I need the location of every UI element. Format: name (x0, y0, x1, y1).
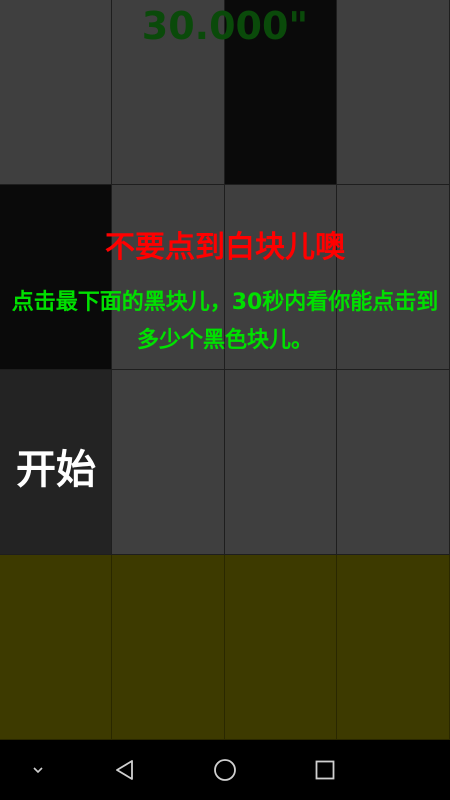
white-tile[interactable] (225, 370, 337, 555)
game-screen: 30.000" 不要点到白块儿噢 点击最下面的黑块儿，30秒内看你能点击到多少个… (0, 0, 450, 800)
home-circle-icon[interactable] (205, 740, 245, 800)
bottom-row-tile (112, 555, 225, 740)
bottom-row-tile (225, 555, 337, 740)
system-nav-bar (0, 740, 450, 800)
instruction-text: 点击最下面的黑块儿，30秒内看你能点击到多少个黑色块儿。 (11, 290, 439, 353)
bottom-row-tile (0, 555, 112, 740)
tile-board (0, 0, 450, 740)
back-triangle-icon[interactable] (105, 740, 145, 800)
start-button-label[interactable]: 开始 (0, 437, 112, 495)
bottom-row-tile (337, 555, 450, 740)
countdown-timer: 30.000" (141, 4, 309, 48)
chevron-down-icon[interactable] (20, 740, 56, 800)
white-tile[interactable] (112, 370, 225, 555)
recents-square-icon[interactable] (305, 740, 345, 800)
warning-text: 不要点到白块儿噢 (105, 230, 345, 265)
white-tile[interactable] (337, 370, 450, 555)
